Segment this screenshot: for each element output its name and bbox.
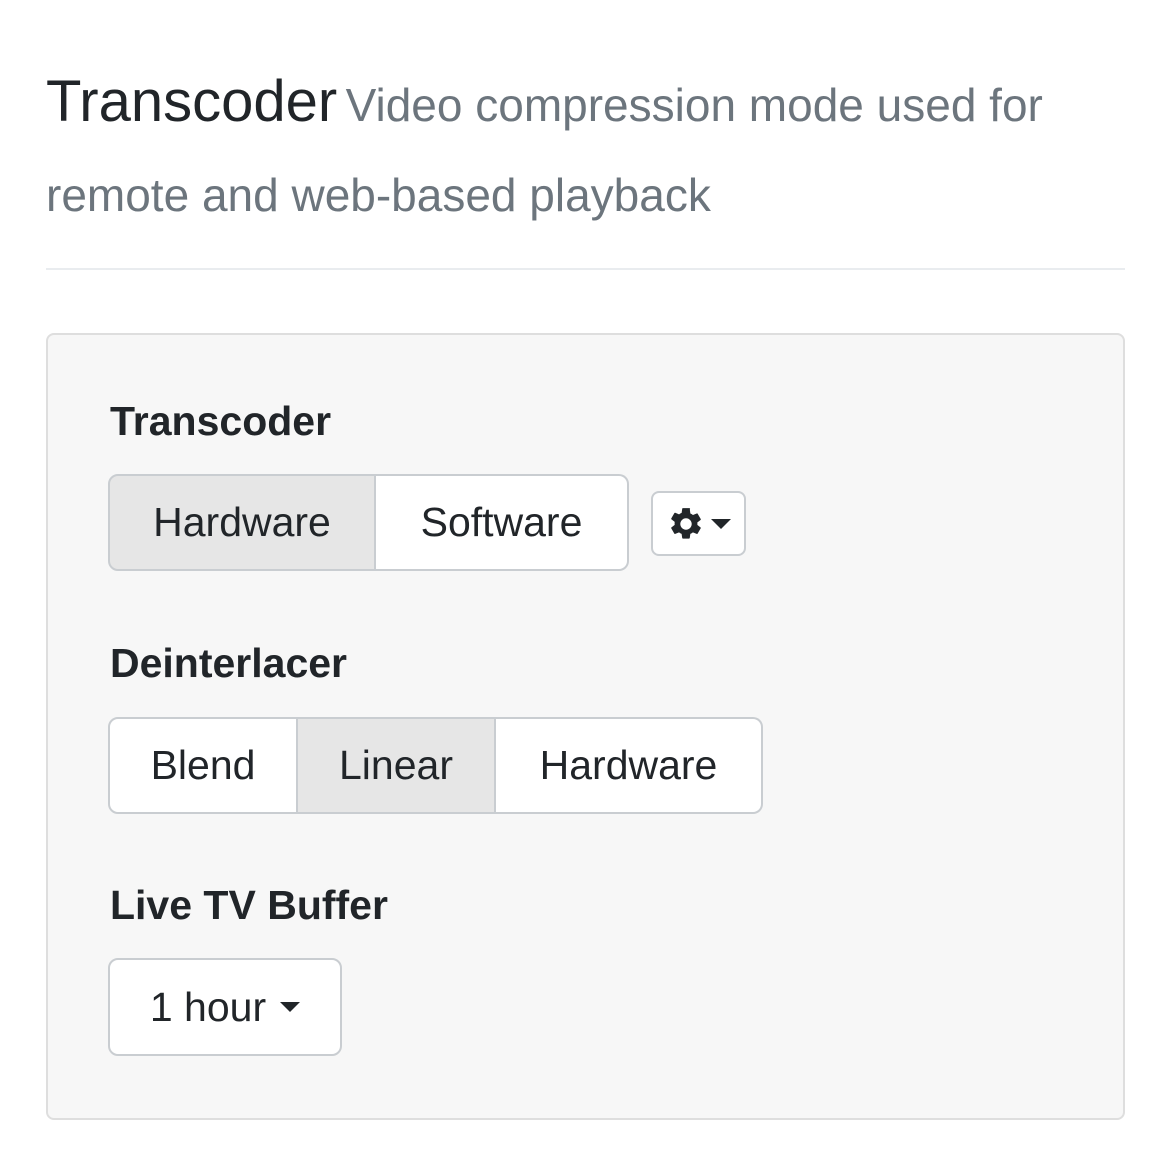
transcoder-label: Transcoder (110, 398, 332, 444)
header-divider (46, 268, 1125, 270)
live-tv-buffer-value: 1 hour (149, 983, 267, 1030)
transcoder-settings-page: Transcoder Video compression mode used f… (0, 0, 1170, 1175)
page-title: Transcoder (46, 69, 338, 134)
gear-icon (670, 507, 701, 539)
chevron-down-icon (280, 1002, 301, 1012)
chevron-down-icon (710, 518, 731, 529)
transcoder-hardware-button[interactable]: Hardware (108, 474, 376, 571)
live-tv-buffer-dropdown[interactable]: 1 hour (108, 958, 342, 1056)
transcoder-settings-dropdown-button[interactable] (651, 491, 746, 556)
deinterlacer-hardware-button[interactable]: Hardware (496, 717, 763, 814)
transcoder-button-group: Hardware Software (108, 474, 629, 571)
deinterlacer-label: Deinterlacer (110, 640, 348, 686)
deinterlacer-blend-button[interactable]: Blend (108, 717, 298, 814)
deinterlacer-linear-button[interactable]: Linear (298, 717, 496, 814)
deinterlacer-button-group: Blend Linear Hardware (108, 717, 763, 814)
transcoder-software-button[interactable]: Software (376, 474, 629, 571)
live-tv-buffer-label: Live TV Buffer (110, 882, 388, 928)
page-header: Transcoder Video compression mode used f… (46, 62, 1126, 246)
